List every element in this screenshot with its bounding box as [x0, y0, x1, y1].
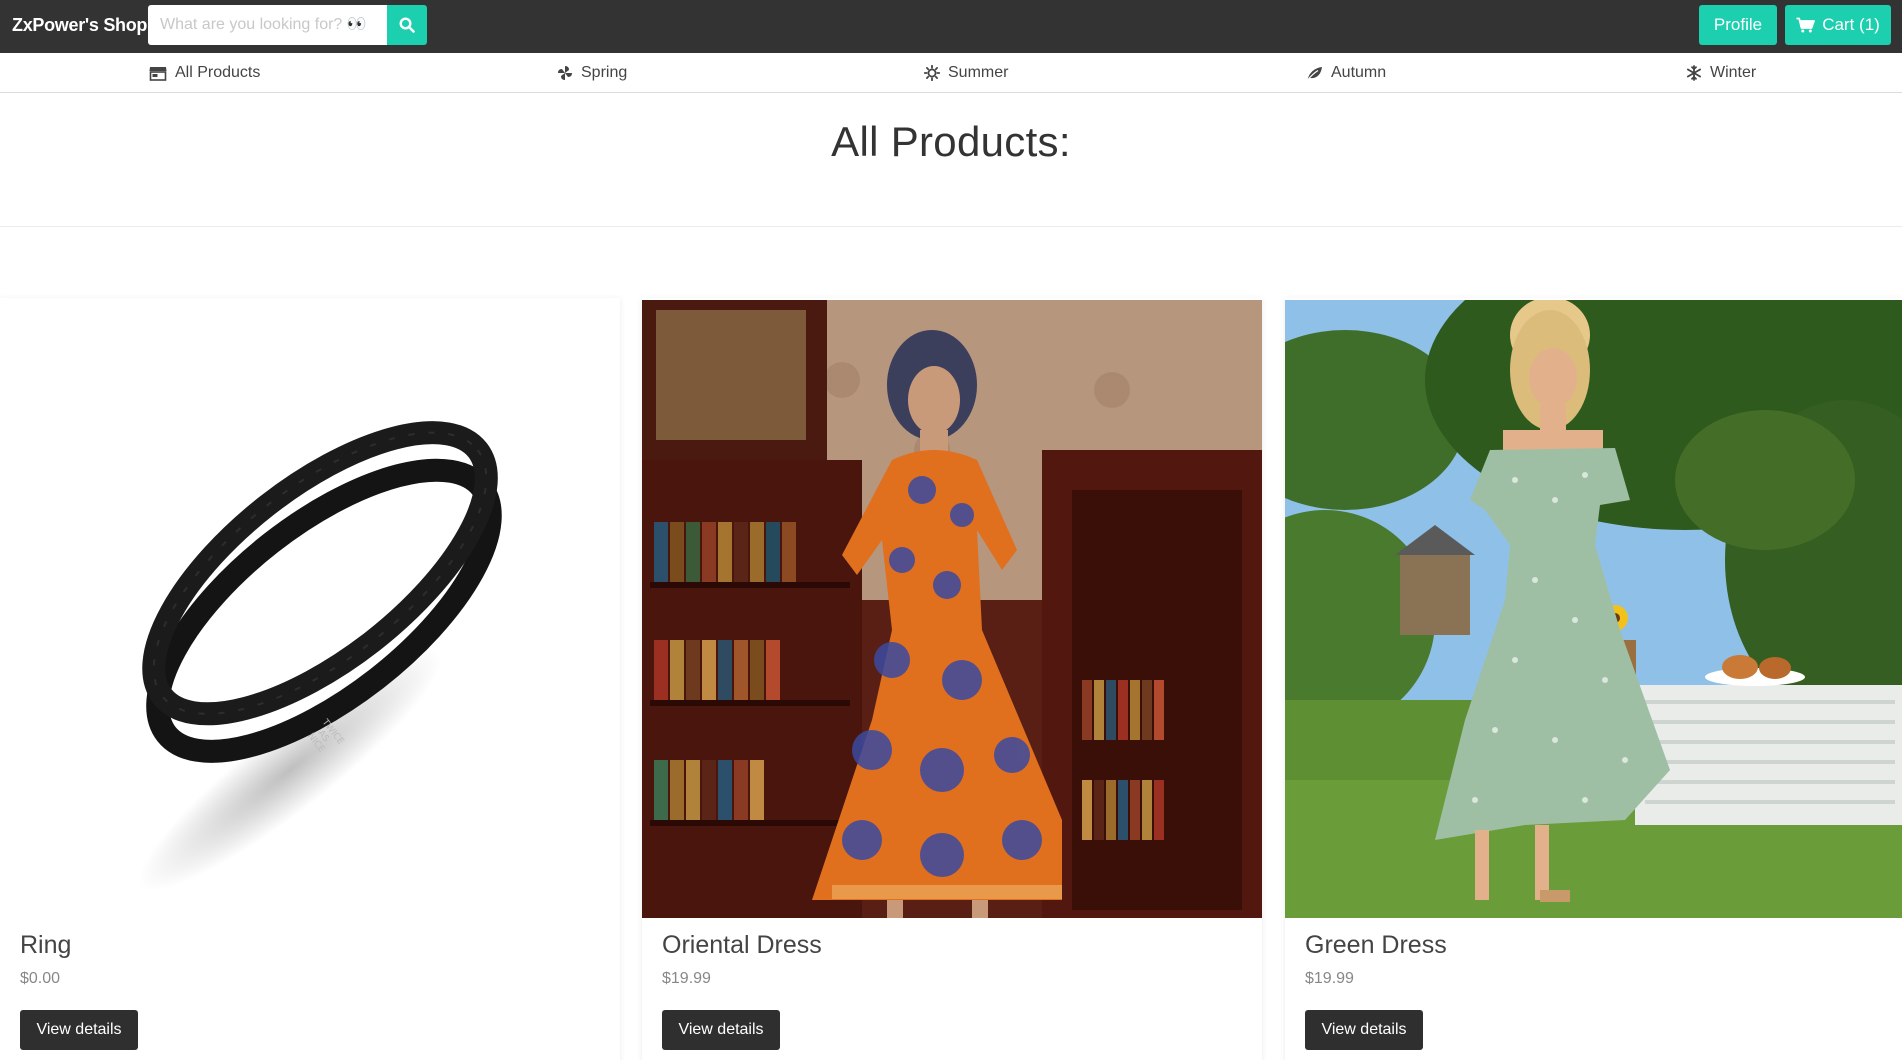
snowflake-icon [1686, 65, 1702, 81]
view-details-button[interactable]: View details [1305, 1010, 1423, 1050]
view-details-button[interactable]: View details [20, 1010, 138, 1050]
product-name[interactable]: Ring [20, 931, 71, 960]
nav-item-spring[interactable]: Spring [557, 53, 627, 93]
leaf-icon [1307, 66, 1322, 80]
nav-item-all-products[interactable]: All Products [149, 53, 260, 93]
product-price: $19.99 [1305, 970, 1354, 987]
nav-item-winter[interactable]: Winter [1686, 53, 1756, 93]
nav-item-label: Summer [948, 64, 1009, 81]
product-price: $19.99 [662, 970, 711, 987]
search-button[interactable] [387, 5, 427, 45]
section-divider [0, 226, 1902, 227]
product-image[interactable]: TWICE AS NICE [0, 300, 620, 918]
shop-brand-logo[interactable]: ZxPower's Shop [12, 0, 147, 53]
nav-item-label: Winter [1710, 64, 1757, 81]
nav-item-autumn[interactable]: Autumn [1306, 53, 1386, 93]
product-image[interactable] [1285, 300, 1902, 918]
cart-button[interactable]: Cart (1) [1785, 5, 1891, 45]
nav-item-label: All Products [175, 64, 261, 81]
product-name[interactable]: Oriental Dress [662, 931, 822, 960]
product-card-green-dress: Green Dress $19.99 View details [1285, 298, 1902, 1060]
profile-button-label: Profile [1713, 15, 1763, 34]
product-card-oriental-dress: Oriental Dress $19.99 View details [642, 298, 1262, 1060]
nav-item-label: Autumn [1331, 64, 1387, 81]
nav-item-label: Spring [581, 64, 628, 81]
top-navbar: ZxPower's Shop Profile Cart (1) [0, 0, 1902, 53]
nav-item-summer[interactable]: Summer [924, 53, 1008, 93]
product-image[interactable] [642, 300, 1262, 918]
pinwheel-icon [558, 66, 572, 80]
cart-button-label: Cart (1) [1822, 15, 1880, 34]
product-name[interactable]: Green Dress [1305, 931, 1447, 960]
category-nav: All Products Spring Summer Autumn Winter [0, 53, 1902, 93]
search-icon [399, 17, 415, 33]
profile-button[interactable]: Profile [1699, 5, 1777, 45]
cart-icon [1796, 17, 1816, 33]
sun-icon [924, 65, 940, 81]
product-price: $0.00 [20, 970, 61, 987]
store-icon [149, 66, 167, 81]
product-card-ring: TWICE AS NICE Ring $0.00 View details [0, 298, 620, 1060]
view-details-button[interactable]: View details [662, 1010, 780, 1050]
page-title: All Products: [831, 118, 1071, 165]
search-input[interactable] [148, 5, 387, 45]
